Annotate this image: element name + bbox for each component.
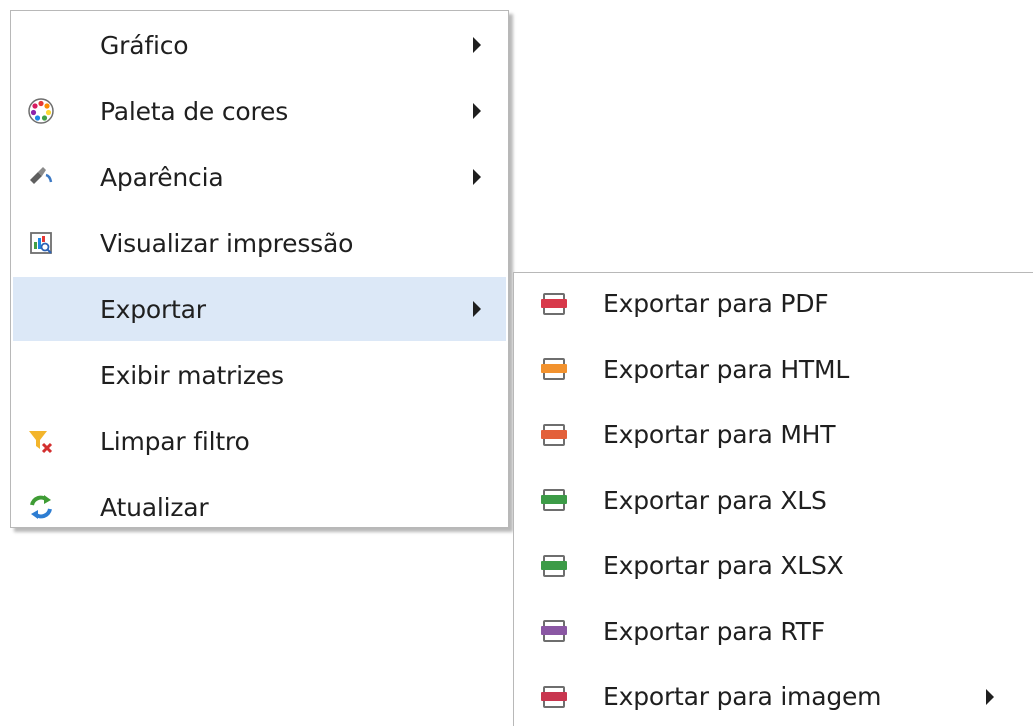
menu-item-visualizar-impressao[interactable]: Visualizar impressão <box>13 211 506 275</box>
appearance-brush-icon <box>26 162 56 192</box>
submenu-arrow-icon <box>473 169 481 185</box>
menu-item-label: Aparência <box>100 162 224 192</box>
pdf-file-icon <box>539 289 569 319</box>
submenu-item-label: Exportar para RTF <box>603 616 825 646</box>
menu-item-label: Gráfico <box>100 30 189 60</box>
submenu-arrow-icon <box>473 103 481 119</box>
menu-item-label: Exportar <box>100 294 206 324</box>
submenu-item-label: Exportar para MHT <box>603 420 836 450</box>
menu-item-limpar-filtro[interactable]: Limpar filtro <box>13 409 506 473</box>
rtf-file-icon <box>539 616 569 646</box>
submenu-item-label: Exportar para HTML <box>603 354 850 384</box>
submenu-item-imagem[interactable]: Exportar para imagem <box>514 664 1033 726</box>
menu-item-exibir-matrizes[interactable]: Exibir matrizes <box>13 343 506 407</box>
submenu-item-rtf[interactable]: Exportar para RTF <box>514 599 1033 665</box>
print-preview-icon <box>26 228 56 258</box>
submenu-item-xls[interactable]: Exportar para XLS <box>514 468 1033 534</box>
submenu-item-label: Exportar para XLS <box>603 485 827 515</box>
submenu-item-mht[interactable]: Exportar para MHT <box>514 402 1033 468</box>
context-menu: Gráfico Paleta de cores Aparência Visual… <box>10 10 509 528</box>
submenu-item-label: Exportar para imagem <box>603 682 882 712</box>
export-submenu: Exportar para PDF Exportar para HTML Exp… <box>513 272 1033 726</box>
screen: Gráfico Paleta de cores Aparência Visual… <box>0 0 1033 726</box>
menu-item-label: Limpar filtro <box>100 426 250 456</box>
xlsx-file-icon <box>539 551 569 581</box>
submenu-arrow-icon <box>473 37 481 53</box>
submenu-arrow-icon <box>986 688 994 705</box>
html-file-icon <box>539 354 569 384</box>
submenu-item-label: Exportar para XLSX <box>603 551 844 581</box>
menu-item-atualizar[interactable]: Atualizar <box>13 475 506 539</box>
menu-item-label: Exibir matrizes <box>100 360 284 390</box>
clear-filter-icon <box>26 426 56 456</box>
submenu-arrow-icon <box>473 301 481 317</box>
submenu-item-html[interactable]: Exportar para HTML <box>514 337 1033 403</box>
image-file-icon <box>539 682 569 712</box>
menu-item-exportar[interactable]: Exportar <box>13 277 506 341</box>
menu-item-label: Visualizar impressão <box>100 228 354 258</box>
xls-file-icon <box>539 485 569 515</box>
menu-item-grafico[interactable]: Gráfico <box>13 13 506 77</box>
refresh-icon <box>26 492 56 522</box>
menu-item-aparencia[interactable]: Aparência <box>13 145 506 209</box>
submenu-item-label: Exportar para PDF <box>603 289 829 319</box>
submenu-item-pdf[interactable]: Exportar para PDF <box>514 271 1033 337</box>
menu-item-paleta-de-cores[interactable]: Paleta de cores <box>13 79 506 143</box>
submenu-item-xlsx[interactable]: Exportar para XLSX <box>514 533 1033 599</box>
menu-item-label: Paleta de cores <box>100 96 289 126</box>
mht-file-icon <box>539 420 569 450</box>
menu-item-label: Atualizar <box>100 492 209 522</box>
color-palette-icon <box>26 96 56 126</box>
